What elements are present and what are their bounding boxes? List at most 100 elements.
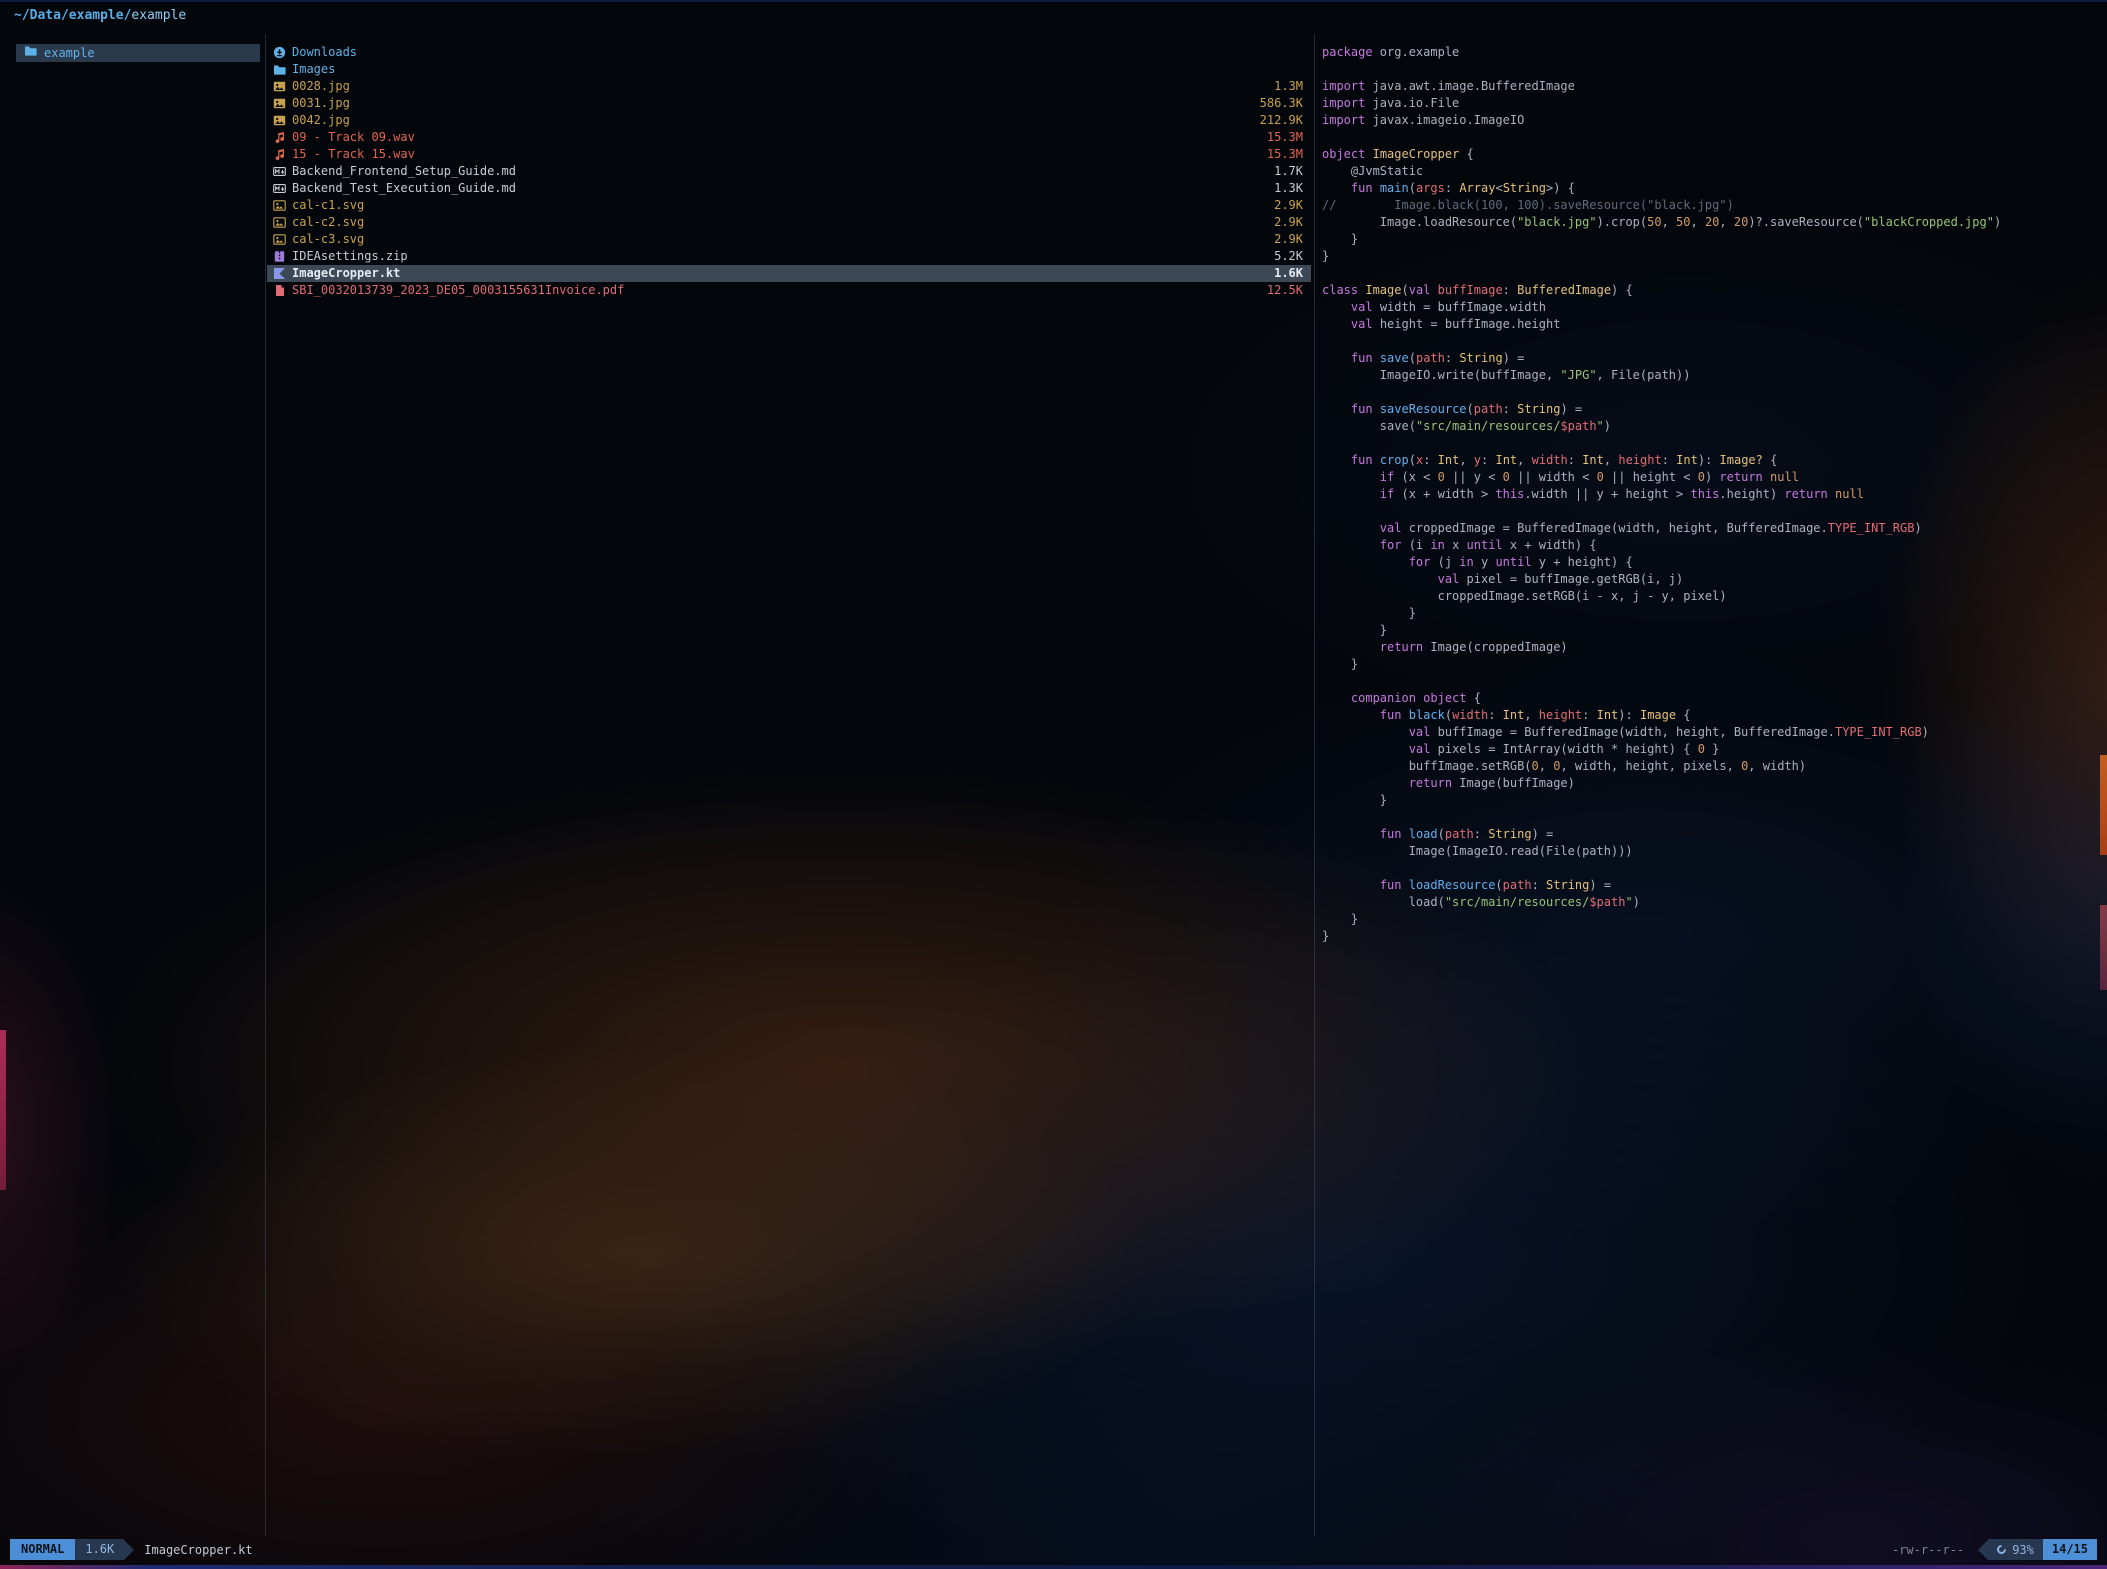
code-line: companion object {	[1322, 690, 2100, 707]
pdf-icon	[273, 284, 292, 297]
file-size: 5.2K	[1274, 248, 1303, 265]
code-line: @JvmStatic	[1322, 163, 2100, 180]
code-line: val height = buffImage.height	[1322, 316, 2100, 333]
progress-ring-icon	[1995, 1543, 2008, 1556]
code-line: if (x < 0 || y < 0 || width < 0 || heigh…	[1322, 469, 2100, 486]
file-name: 0028.jpg	[292, 78, 1262, 95]
folder-icon	[24, 44, 37, 62]
file-size: 586.3K	[1260, 95, 1303, 112]
file-row[interactable]: IDEAsettings.zip 5.2K	[267, 248, 1311, 265]
mode-badge: NORMAL	[10, 1539, 75, 1560]
code-line: // Image.black(100, 100).saveResource("b…	[1322, 197, 2100, 214]
parent-directory-pane: example	[16, 44, 260, 62]
markdown-icon	[273, 165, 292, 178]
scroll-percent: 93%	[2012, 1543, 2034, 1557]
code-line: }	[1322, 911, 2100, 928]
code-line: ImageIO.write(buffImage, "JPG", File(pat…	[1322, 367, 2100, 384]
code-line: fun main(args: Array<String>) {	[1322, 180, 2100, 197]
code-line	[1322, 384, 2100, 401]
status-right: -rw-r--r-- 93% 14/15	[1892, 1539, 2097, 1560]
code-line	[1322, 61, 2100, 78]
file-size: 2.9K	[1274, 214, 1303, 231]
file-row[interactable]: Images	[267, 61, 1311, 78]
code-line	[1322, 503, 2100, 520]
parent-dir-name: example	[44, 44, 95, 62]
code-line: fun save(path: String) =	[1322, 350, 2100, 367]
code-line	[1322, 673, 2100, 690]
code-line: import java.io.File	[1322, 95, 2100, 112]
music-icon	[273, 148, 292, 161]
file-name: Downloads	[292, 44, 1291, 61]
file-name: 0031.jpg	[292, 95, 1248, 112]
scroll-percent-badge: 93%	[1988, 1539, 2043, 1560]
file-row[interactable]: Backend_Test_Execution_Guide.md1.3K	[267, 180, 1311, 197]
file-size: 2.9K	[1274, 197, 1303, 214]
wallpaper-edge-strip	[2100, 905, 2107, 990]
file-row[interactable]: 15 - Track 15.wav15.3M	[267, 146, 1311, 163]
code-line: class Image(val buffImage: BufferedImage…	[1322, 282, 2100, 299]
code-line: import java.awt.image.BufferedImage	[1322, 78, 2100, 95]
code-line: val width = buffImage.width	[1322, 299, 2100, 316]
file-name: 15 - Track 15.wav	[292, 146, 1255, 163]
file-row[interactable]: 0031.jpg 586.3K	[267, 95, 1311, 112]
file-name: cal-c3.svg	[292, 231, 1262, 248]
code-line	[1322, 435, 2100, 452]
file-size: 12.5K	[1267, 282, 1303, 299]
code-line: fun crop(x: Int, y: Int, width: Int, hei…	[1322, 452, 2100, 469]
file-name: IDEAsettings.zip	[292, 248, 1262, 265]
file-row[interactable]: SBI_0032013739_2023_DE05_0003155631Invoi…	[267, 282, 1311, 299]
file-name: cal-c1.svg	[292, 197, 1262, 214]
status-bar: NORMAL 1.6K ImageCropper.kt -rw-r--r-- 9…	[0, 1539, 2107, 1560]
code-line: buffImage.setRGB(0, 0, width, height, pi…	[1322, 758, 2100, 775]
file-row[interactable]: Downloads	[267, 44, 1311, 61]
code-line: fun black(width: Int, height: Int): Imag…	[1322, 707, 2100, 724]
file-row[interactable]: cal-c3.svg 2.9K	[267, 231, 1311, 248]
image-icon	[273, 97, 292, 110]
kotlin-icon	[273, 267, 292, 280]
code-line: for (j in y until y + height) {	[1322, 554, 2100, 571]
code-line: fun saveResource(path: String) =	[1322, 401, 2100, 418]
file-name: cal-c2.svg	[292, 214, 1262, 231]
file-size: 2.9K	[1274, 231, 1303, 248]
code-line: return Image(buffImage)	[1322, 775, 2100, 792]
image-icon	[273, 80, 292, 93]
code-line: }	[1322, 605, 2100, 622]
file-row[interactable]: 0042.jpg212.9K	[267, 112, 1311, 129]
code-line: }	[1322, 656, 2100, 673]
file-preview-pane: package org.example import java.awt.imag…	[1322, 44, 2100, 945]
code-line: val croppedImage = BufferedImage(width, …	[1322, 520, 2100, 537]
file-row[interactable]: ImageCropper.kt 1.6K	[267, 265, 1311, 282]
svg-icon	[273, 233, 292, 246]
code-line: croppedImage.setRGB(i - x, j - y, pixel)	[1322, 588, 2100, 605]
code-line: fun loadResource(path: String) =	[1322, 877, 2100, 894]
file-row[interactable]: Backend_Frontend_Setup_Guide.md1.7K	[267, 163, 1311, 180]
file-row[interactable]: 09 - Track 09.wav15.3M	[267, 129, 1311, 146]
file-row[interactable]: cal-c1.svg 2.9K	[267, 197, 1311, 214]
file-name: 09 - Track 09.wav	[292, 129, 1255, 146]
code-line: val buffImage = BufferedImage(width, hei…	[1322, 724, 2100, 741]
svg-icon	[273, 199, 292, 212]
code-line: val pixels = IntArray(width * height) { …	[1322, 741, 2100, 758]
file-name: ImageCropper.kt	[292, 265, 1262, 282]
powerline-separator-icon	[124, 1540, 134, 1560]
cursor-position-badge: 14/15	[2043, 1539, 2097, 1560]
code-line: package org.example	[1322, 44, 2100, 61]
file-size: 1.6K	[1274, 265, 1303, 282]
file-size: 1.3K	[1274, 180, 1303, 197]
status-filename: ImageCropper.kt	[144, 1543, 252, 1557]
markdown-icon	[273, 182, 292, 195]
code-line: if (x + width > this.width || y + height…	[1322, 486, 2100, 503]
file-row[interactable]: 0028.jpg1.3M	[267, 78, 1311, 95]
breadcrumb: ~/Data/example/example	[14, 8, 186, 23]
code-line: }	[1322, 792, 2100, 809]
parent-dir-item[interactable]: example	[16, 44, 260, 62]
folder-icon	[273, 63, 292, 76]
code-line	[1322, 809, 2100, 826]
cwd-path-prefix: ~/Data/example/	[14, 8, 131, 23]
cwd-path-current: example	[131, 8, 186, 23]
wallpaper-edge-strip	[2100, 755, 2107, 855]
code-line: for (i in x until x + width) {	[1322, 537, 2100, 554]
file-name: 0042.jpg	[292, 112, 1248, 129]
file-row[interactable]: cal-c2.svg 2.9K	[267, 214, 1311, 231]
code-line: }	[1322, 928, 2100, 945]
